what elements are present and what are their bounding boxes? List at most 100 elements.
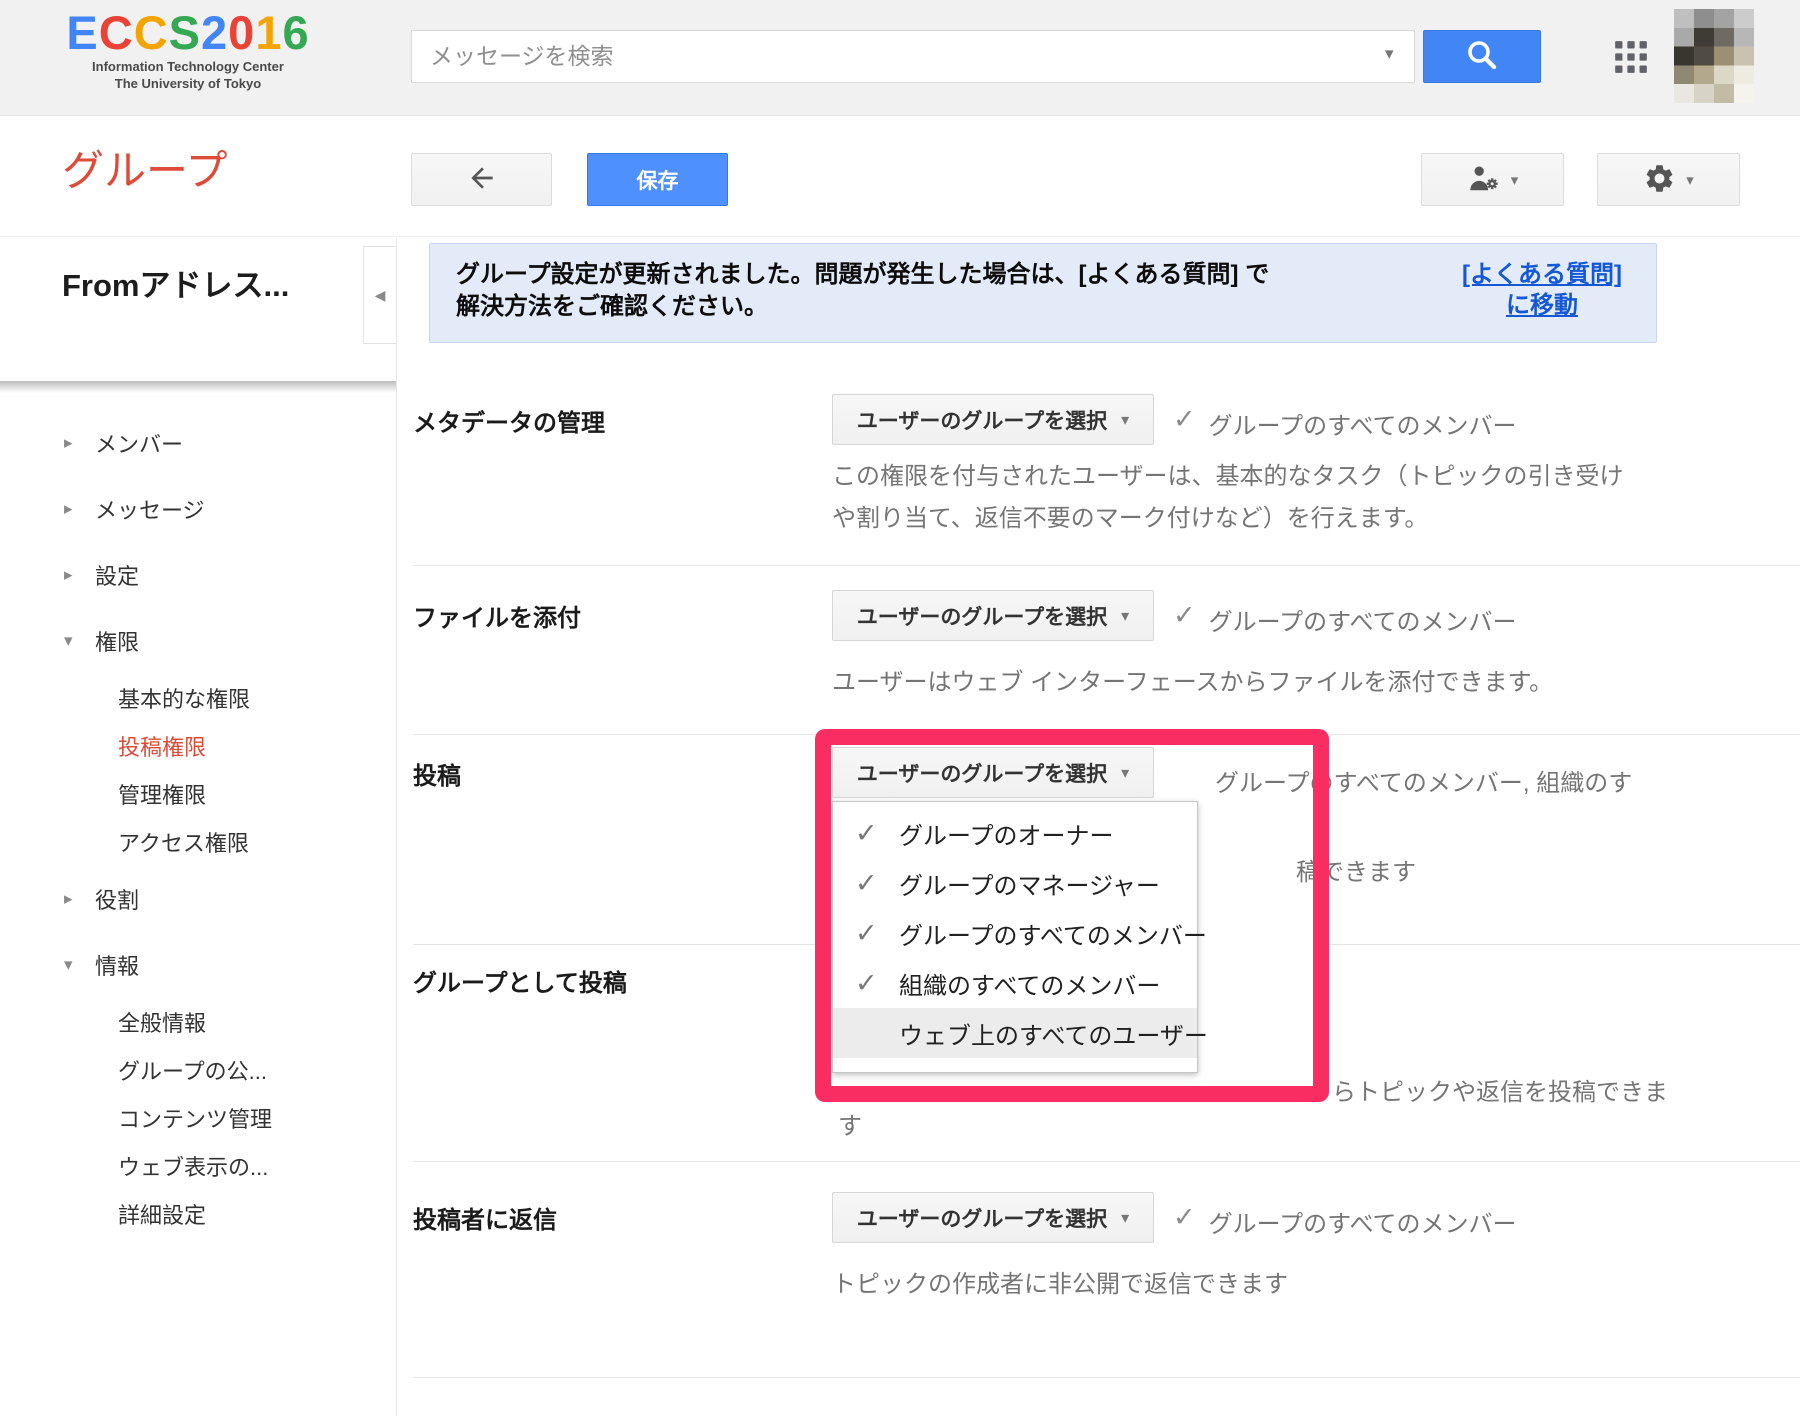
divider — [413, 1377, 1800, 1378]
sidebar-item-label: ウェブ表示の... — [118, 1150, 268, 1182]
main-content: グループ設定が更新されました。問題が発生した場合は、[よくある質問] で解決方法… — [398, 238, 1800, 1416]
search-options-arrow-icon[interactable]: ▾ — [1385, 44, 1394, 64]
select-user-groups-button[interactable]: ユーザーのグループを選択 ▾ — [832, 590, 1154, 641]
dropdown-option-all-group-members[interactable]: ✓ グループのすべてのメンバー — [833, 908, 1197, 958]
check-icon: ✓ — [855, 818, 878, 849]
setting-value-text: グループのすべてのメンバー — [1209, 1204, 1517, 1239]
sidebar-item-posting-permissions[interactable]: 投稿権限 — [0, 722, 396, 770]
sidebar-item-permissions[interactable]: ▾ 権限 — [0, 608, 396, 674]
select-button-label: ユーザーのグループを選択 — [857, 758, 1107, 788]
sidebar-item-moderation-permissions[interactable]: 管理権限 — [0, 770, 396, 818]
sidebar-item-label: グループの公... — [118, 1054, 267, 1086]
apps-grid-icon[interactable] — [1612, 38, 1650, 76]
select-user-groups-button[interactable]: ユーザーのグループを選択 ▾ — [832, 747, 1154, 798]
dropdown-option-all-org-members[interactable]: ✓ 組織のすべてのメンバー — [833, 958, 1197, 1008]
manage-members-button[interactable]: ▾ — [1421, 153, 1564, 206]
sidebar-item-label: 設定 — [95, 559, 139, 591]
triangle-collapsed-icon: ▸ — [64, 499, 73, 519]
logo-text: ECCS2016 — [60, 8, 316, 58]
setting-value: ✓ グループのすべてのメンバー — [1173, 1204, 1517, 1239]
logo-letter: S — [169, 6, 201, 59]
dropdown-option-label: グループのすべてのメンバー — [899, 916, 1207, 951]
back-arrow-icon — [466, 162, 498, 197]
setting-label-attach-files: ファイルを添付 — [413, 598, 581, 633]
check-icon: ✓ — [855, 918, 878, 949]
app-header: ECCS2016 Information Technology Center T… — [0, 0, 1800, 116]
check-icon: ✓ — [1173, 1204, 1196, 1230]
sidebar-item-label: コンテンツ管理 — [118, 1102, 272, 1134]
check-icon: ✓ — [1173, 602, 1196, 628]
dropdown-option-label: グループのマネージャー — [899, 866, 1160, 901]
chevron-down-icon: ▾ — [1121, 410, 1129, 430]
avatar[interactable] — [1674, 9, 1754, 103]
sidebar-item-advanced-settings[interactable]: 詳細設定 — [0, 1190, 396, 1238]
logo-letter: 2 — [201, 6, 228, 59]
check-icon: ✓ — [855, 868, 878, 899]
toolbar: グループ 保存 — [0, 117, 1800, 237]
sidebar-collapse-button[interactable]: ◀ — [363, 246, 397, 344]
logo-subtitle-1: Information Technology Center — [60, 58, 316, 75]
sidebar-item-web-view[interactable]: ウェブ表示の... — [0, 1142, 396, 1190]
faq-link[interactable]: [よくある質問] に移動 — [1452, 259, 1632, 342]
eccs-logo[interactable]: ECCS2016 Information Technology Center T… — [60, 8, 316, 92]
triangle-expanded-icon: ▾ — [64, 631, 73, 651]
sidebar-shadow — [0, 381, 396, 393]
sidebar-item-members[interactable]: ▸メンバー — [0, 410, 396, 476]
divider — [413, 565, 1800, 566]
sidebar-item-label: 詳細設定 — [118, 1198, 206, 1230]
setting-description-fragment: らトピックや返信を投稿できま — [1332, 1072, 1668, 1107]
sidebar-item-content-control[interactable]: コンテンツ管理 — [0, 1094, 396, 1142]
group-name: Fromアドレス... — [62, 260, 289, 305]
sidebar-item-label: アクセス権限 — [118, 826, 249, 858]
user-groups-dropdown: ✓ グループのオーナー ✓ グループのマネージャー ✓ グループのすべてのメンバ… — [832, 801, 1198, 1073]
sidebar-item-label: 権限 — [95, 625, 139, 657]
sidebar-item-label: メッセージ — [95, 493, 205, 525]
dropdown-option-group-owners[interactable]: ✓ グループのオーナー — [833, 808, 1197, 858]
sidebar-item-label: 管理権限 — [118, 778, 206, 810]
setting-label-manage-metadata: メタデータの管理 — [413, 403, 605, 438]
search-input[interactable] — [411, 30, 1415, 83]
logo-letter: 1 — [255, 6, 282, 59]
sidebar-item-general-information[interactable]: 全般情報 — [0, 998, 396, 1046]
gear-icon — [1643, 162, 1676, 198]
select-button-label: ユーザーのグループを選択 — [857, 1203, 1107, 1233]
chevron-down-icon: ▾ — [1121, 1208, 1129, 1228]
sidebar-item-label: 情報 — [95, 949, 139, 981]
select-user-groups-button[interactable]: ユーザーのグループを選択 ▾ — [832, 1192, 1154, 1243]
setting-description-fragment: す — [838, 1106, 862, 1141]
sidebar-item-basic-permissions[interactable]: 基本的な権限 — [0, 674, 396, 722]
setting-value-text: グループのすべてのメンバー — [1209, 406, 1517, 441]
notification-banner: グループ設定が更新されました。問題が発生した場合は、[よくある質問] で解決方法… — [429, 243, 1657, 343]
banner-message: グループ設定が更新されました。問題が発生した場合は、[よくある質問] で解決方法… — [456, 259, 1286, 342]
sidebar-item-settings[interactable]: ▸ 設定 — [0, 542, 396, 608]
dropdown-option-label: 組織のすべてのメンバー — [899, 966, 1160, 1001]
logo-letter: C — [134, 6, 169, 59]
search-icon — [1464, 37, 1500, 76]
search-button[interactable] — [1423, 30, 1541, 83]
save-button[interactable]: 保存 — [587, 153, 728, 206]
settings-button[interactable]: ▾ — [1597, 153, 1740, 206]
chevron-down-icon: ▾ — [1121, 606, 1129, 626]
dropdown-option-group-managers[interactable]: ✓ グループのマネージャー — [833, 858, 1197, 908]
chevron-down-icon: ▾ — [1686, 171, 1694, 189]
triangle-collapsed-icon: ▸ — [64, 565, 73, 585]
logo-letter: C — [99, 6, 134, 59]
setting-description: トピックの作成者に非公開で返信できます — [832, 1264, 1732, 1306]
sidebar-item-access-permissions[interactable]: アクセス権限 — [0, 818, 396, 866]
select-user-groups-button[interactable]: ユーザーのグループを選択 ▾ — [832, 394, 1154, 445]
sidebar: Fromアドレス... ◀ ▸メンバー ▸ メッセージ ▸ 設定 ▾ 権限 基本的な権… — [0, 238, 397, 1416]
dropdown-option-label: ウェブ上のすべてのユーザー — [899, 1016, 1208, 1051]
setting-label-post-as-group: グループとして投稿 — [413, 963, 627, 998]
sidebar-item-roles[interactable]: ▸役割 — [0, 866, 396, 932]
setting-label-post: 投稿 — [413, 756, 461, 791]
sidebar-item-messages[interactable]: ▸ メッセージ — [0, 476, 396, 542]
sidebar-item-information[interactable]: ▾情報 — [0, 932, 396, 998]
dropdown-option-all-web-users[interactable]: ウェブ上のすべてのユーザー — [833, 1008, 1197, 1058]
back-button[interactable] — [411, 153, 552, 206]
person-gear-icon — [1467, 163, 1501, 196]
select-button-label: ユーザーのグループを選択 — [857, 405, 1107, 435]
select-button-label: ユーザーのグループを選択 — [857, 601, 1107, 631]
logo-subtitle-2: The University of Tokyo — [60, 75, 316, 92]
setting-value: ✓ グループのすべてのメンバー — [1173, 602, 1517, 637]
sidebar-item-group-visibility[interactable]: グループの公... — [0, 1046, 396, 1094]
